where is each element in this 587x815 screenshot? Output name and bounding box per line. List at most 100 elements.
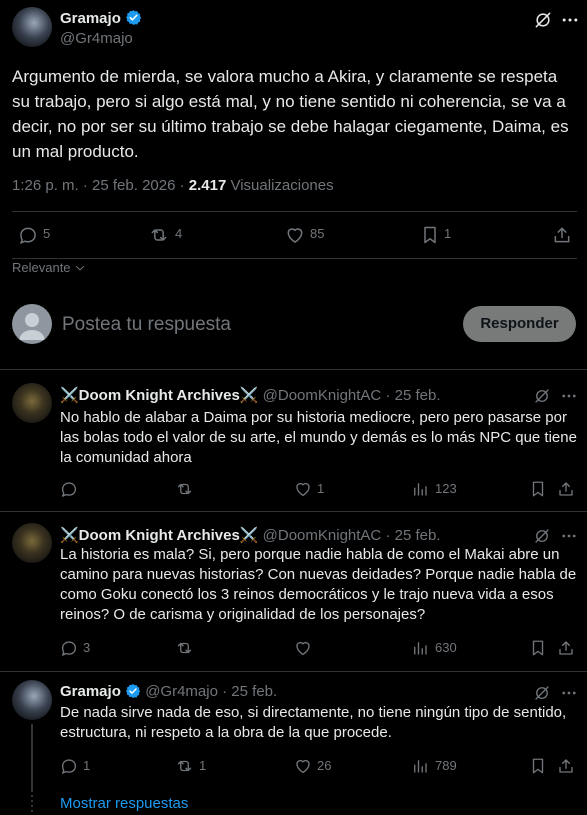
share-icon xyxy=(554,227,570,243)
repost-icon xyxy=(177,642,192,654)
author-avatar[interactable] xyxy=(12,7,52,47)
reply-avatar[interactable] xyxy=(12,523,52,563)
sort-dropdown[interactable]: Relevante xyxy=(12,260,86,275)
verified-badge-icon xyxy=(125,683,141,699)
reply-submit-button[interactable]: Responder xyxy=(463,306,576,342)
reply-author-handle[interactable]: @DoomKnightAC xyxy=(263,387,382,404)
reply-author-name[interactable]: ⚔️Doom Knight Archives⚔️ xyxy=(60,527,258,544)
repost-button[interactable]: 1 xyxy=(175,757,215,775)
reply-header: ⚔️Doom Knight Archives⚔️ @DoomKnightAC ·… xyxy=(60,387,441,404)
reply-author-handle[interactable]: @DoomKnightAC xyxy=(263,527,382,544)
reply-avatar[interactable] xyxy=(12,680,52,720)
heart-icon xyxy=(296,482,310,497)
reply-count: 5 xyxy=(43,226,51,241)
view-count: 630 xyxy=(435,640,457,655)
grok-icon[interactable] xyxy=(533,684,551,702)
grok-icon[interactable] xyxy=(533,387,551,405)
reply-text: No hablo de alabar a Daima por su histor… xyxy=(60,409,577,466)
views-button[interactable]: 630 xyxy=(411,639,471,657)
views-count: 2.417 xyxy=(188,177,227,194)
analytics-icon xyxy=(414,642,427,655)
repost-icon xyxy=(177,483,192,495)
bookmark-button[interactable] xyxy=(529,639,547,657)
show-replies-link[interactable]: Mostrar respuestas xyxy=(60,795,188,812)
repost-count: 4 xyxy=(175,226,183,241)
grok-icon[interactable] xyxy=(533,10,553,30)
heart-icon xyxy=(287,228,303,243)
reply-icon xyxy=(20,227,36,244)
repost-button[interactable] xyxy=(175,639,215,657)
repost-button[interactable]: 4 xyxy=(148,225,208,247)
author-name-line[interactable]: Gramajo xyxy=(60,9,142,27)
reply-submit-label: Responder xyxy=(480,315,559,332)
bookmark-button[interactable] xyxy=(529,757,547,775)
share-button[interactable] xyxy=(552,225,572,245)
reply-button[interactable] xyxy=(60,480,100,498)
like-button[interactable]: 85 xyxy=(285,225,345,247)
reply-button[interactable]: 5 xyxy=(18,225,78,247)
repost-icon xyxy=(177,760,192,772)
reply-icon xyxy=(61,641,77,656)
bookmark-icon xyxy=(424,226,436,244)
reply-input[interactable] xyxy=(62,310,442,340)
repost-button[interactable] xyxy=(175,480,215,498)
bookmark-button[interactable]: 1 xyxy=(420,225,470,247)
bookmark-icon xyxy=(532,758,544,774)
reply-header: Gramajo @Gr4majo · 25 feb. xyxy=(60,683,278,700)
share-button[interactable] xyxy=(557,480,575,498)
bookmark-icon xyxy=(532,640,544,656)
reply-button[interactable]: 3 xyxy=(60,639,100,657)
like-button[interactable]: 26 xyxy=(294,757,344,775)
share-icon xyxy=(559,482,573,496)
like-count: 26 xyxy=(317,758,332,773)
bookmark-icon xyxy=(532,481,544,497)
post-text: Argumento de mierda, se valora mucho a A… xyxy=(12,67,569,161)
reply-count: 3 xyxy=(83,640,91,655)
divider xyxy=(12,211,577,212)
reply-text: La historia es mala? Si, pero porque nad… xyxy=(60,546,577,623)
views-button[interactable]: 123 xyxy=(411,480,471,498)
reply-button[interactable]: 1 xyxy=(60,757,100,775)
more-options-icon[interactable] xyxy=(560,387,578,405)
thread-dots xyxy=(31,795,33,815)
views-label: Visualizaciones xyxy=(226,177,334,194)
reply-author-name[interactable]: ⚔️Doom Knight Archives⚔️ xyxy=(60,387,258,404)
reply-text: De nada sirve nada de eso, si directamen… xyxy=(60,704,567,741)
view-count: 123 xyxy=(435,481,457,496)
like-button[interactable] xyxy=(294,639,334,657)
share-button[interactable] xyxy=(557,639,575,657)
author-name[interactable]: Gramajo xyxy=(60,10,121,27)
views-button[interactable]: 789 xyxy=(411,757,471,775)
author-handle[interactable]: @Gr4majo xyxy=(60,30,133,47)
thread-line xyxy=(31,724,33,792)
chevron-down-icon xyxy=(74,262,86,274)
reply-icon xyxy=(61,482,77,497)
reply-date[interactable]: 25 feb. xyxy=(395,387,441,404)
reply-date[interactable]: 25 feb. xyxy=(395,527,441,544)
divider xyxy=(0,369,587,370)
more-options-icon[interactable] xyxy=(560,10,580,30)
reply-icon xyxy=(61,759,77,774)
reply-author-handle[interactable]: @Gr4majo xyxy=(145,683,218,700)
post-time[interactable]: 1:26 p. m. · 25 feb. 2026 · xyxy=(12,177,189,194)
grok-icon[interactable] xyxy=(533,527,551,545)
reply-avatar[interactable] xyxy=(12,383,52,423)
analytics-icon xyxy=(414,483,427,496)
bookmark-button[interactable] xyxy=(529,480,547,498)
bookmark-count: 1 xyxy=(444,226,452,241)
more-options-icon[interactable] xyxy=(560,527,578,545)
reply-header: ⚔️Doom Knight Archives⚔️ @DoomKnightAC ·… xyxy=(60,527,441,544)
heart-icon xyxy=(296,759,310,774)
repost-count: 1 xyxy=(199,758,207,773)
sort-label: Relevante xyxy=(12,260,71,275)
share-icon xyxy=(559,759,573,773)
reply-date[interactable]: 25 feb. xyxy=(231,683,277,700)
like-count: 1 xyxy=(317,481,325,496)
share-button[interactable] xyxy=(557,757,575,775)
verified-badge-icon xyxy=(125,9,142,26)
more-options-icon[interactable] xyxy=(560,684,578,702)
post-meta: 1:26 p. m. · 25 feb. 2026 · 2.417 Visual… xyxy=(12,177,334,194)
user-avatar[interactable] xyxy=(12,304,52,344)
like-button[interactable]: 1 xyxy=(294,480,334,498)
reply-author-name[interactable]: Gramajo xyxy=(60,683,121,700)
